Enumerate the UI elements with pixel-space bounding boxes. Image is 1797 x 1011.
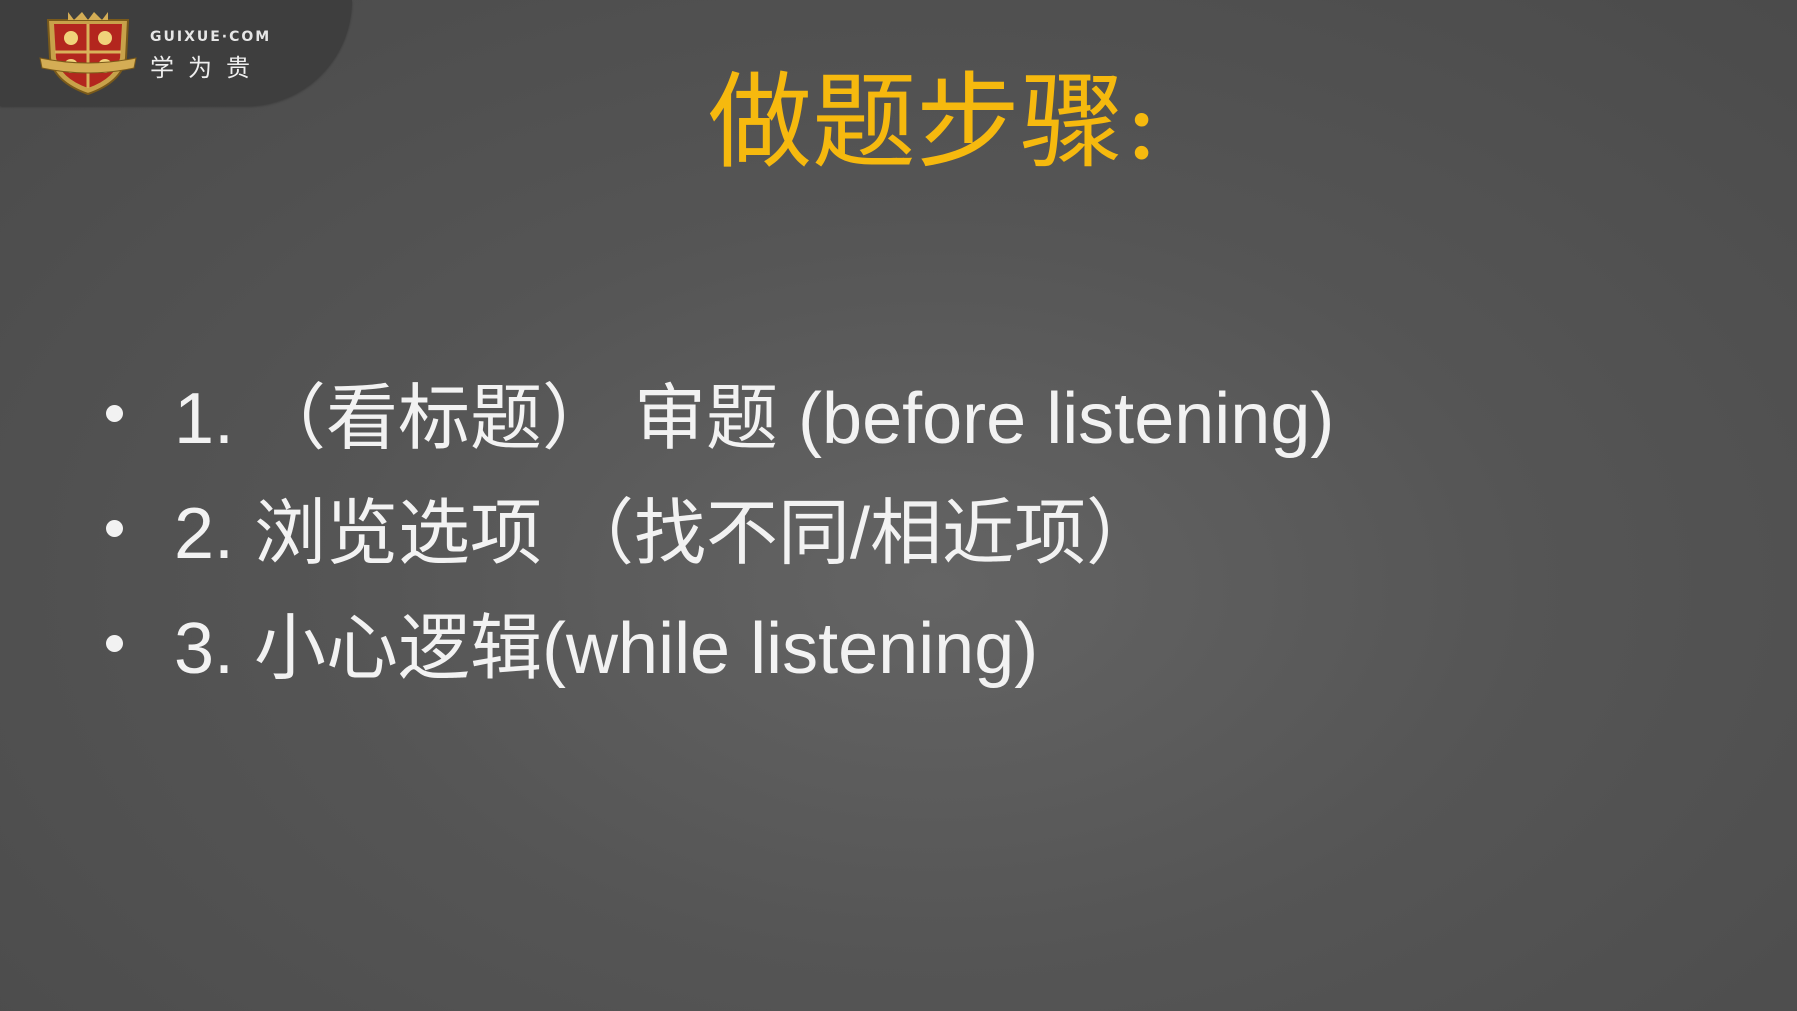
logo-site-text: GUIXUE·COM: [150, 29, 272, 45]
bullet-list: 1. （看标题） 审题 (before listening) 2. 浏览选项 （…: [106, 358, 1334, 703]
bullet-item-1: 1. （看标题） 审题 (before listening): [106, 358, 1334, 473]
bullet-item-3: 3. 小心逻辑(while listening): [106, 588, 1334, 703]
bullet-item-2: 2. 浏览选项 （找不同/相近项）: [106, 473, 1334, 588]
bullet-dot-icon: [106, 405, 123, 423]
bullet-text: 2. 浏览选项 （找不同/相近项）: [174, 494, 1159, 575]
bullet-text: 3. 小心逻辑(while listening): [174, 609, 1039, 690]
slide-title: 做题步骤:: [707, 61, 1160, 183]
bullet-dot-icon: [106, 520, 123, 538]
bullet-dot-icon: [106, 635, 123, 653]
bullet-text: 1. （看标题） 审题 (before listening): [174, 379, 1335, 460]
